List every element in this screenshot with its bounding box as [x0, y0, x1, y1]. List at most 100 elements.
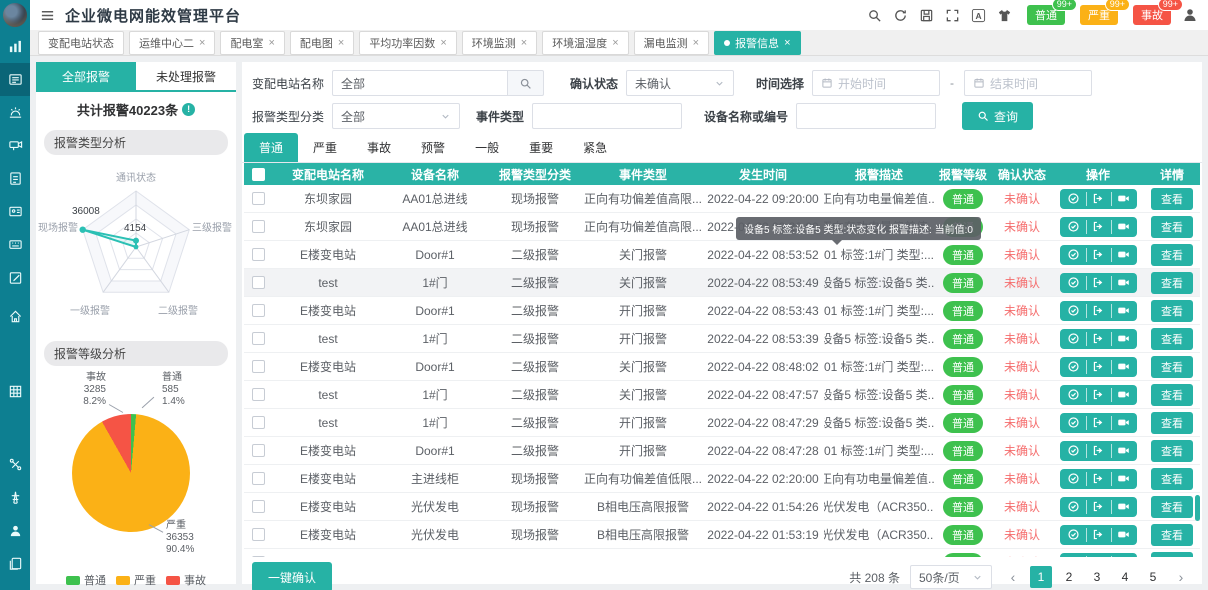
video-icon[interactable]: [1111, 360, 1136, 374]
row-checkbox[interactable]: [252, 472, 265, 485]
sidebar-item-tower[interactable]: [0, 481, 30, 514]
subtab-紧急[interactable]: 紧急: [568, 133, 622, 162]
confirm-status-select[interactable]: 未确认: [626, 70, 734, 96]
row-checkbox[interactable]: [252, 304, 265, 317]
page-button-1[interactable]: 1: [1030, 566, 1052, 588]
export-icon[interactable]: [1086, 500, 1111, 514]
view-button[interactable]: 查看: [1151, 300, 1193, 322]
video-icon[interactable]: [1111, 248, 1136, 262]
sidebar-item-compose[interactable]: [0, 261, 30, 294]
confirm-icon[interactable]: [1061, 276, 1086, 290]
event-type-input[interactable]: [532, 103, 682, 129]
close-icon[interactable]: ×: [784, 37, 790, 49]
export-icon[interactable]: [1086, 276, 1111, 290]
workspace-tab[interactable]: 平均功率因数×: [359, 31, 456, 55]
prev-page-button[interactable]: ‹: [1002, 566, 1024, 588]
page-button-4[interactable]: 4: [1114, 566, 1136, 588]
query-button[interactable]: 查询: [962, 102, 1033, 130]
save-icon[interactable]: [919, 8, 934, 23]
row-checkbox[interactable]: [252, 444, 265, 457]
start-time-input[interactable]: 开始时间: [812, 70, 940, 96]
row-checkbox[interactable]: [252, 248, 265, 261]
sidebar-item-home[interactable]: [0, 300, 30, 333]
close-icon[interactable]: ×: [338, 37, 344, 49]
export-icon[interactable]: [1086, 332, 1111, 346]
view-button[interactable]: 查看: [1151, 552, 1193, 558]
end-time-input[interactable]: 结束时间: [964, 70, 1092, 96]
view-button[interactable]: 查看: [1151, 440, 1193, 462]
refresh-icon[interactable]: [893, 8, 908, 23]
sidebar-item-user[interactable]: [0, 514, 30, 547]
sidebar-item-bar-chart[interactable]: [0, 30, 30, 63]
row-checkbox[interactable]: [252, 276, 265, 289]
view-button[interactable]: 查看: [1151, 216, 1193, 238]
close-icon[interactable]: ×: [693, 37, 699, 49]
info-icon[interactable]: !: [182, 103, 195, 116]
row-checkbox[interactable]: [252, 416, 265, 429]
view-button[interactable]: 查看: [1151, 468, 1193, 490]
subtab-普通[interactable]: 普通: [244, 133, 298, 162]
subtab-严重[interactable]: 严重: [298, 133, 352, 162]
station-filter-input[interactable]: 全部: [332, 70, 508, 96]
close-icon[interactable]: ×: [268, 37, 274, 49]
view-button[interactable]: 查看: [1151, 384, 1193, 406]
export-icon[interactable]: [1086, 444, 1111, 458]
row-checkbox[interactable]: [252, 528, 265, 541]
confirm-icon[interactable]: [1061, 500, 1086, 514]
video-icon[interactable]: [1111, 444, 1136, 458]
export-icon[interactable]: [1086, 416, 1111, 430]
workspace-tab[interactable]: 变配电站状态: [38, 31, 124, 55]
severe-alarm-badge[interactable]: 严重99+: [1080, 5, 1118, 25]
view-button[interactable]: 查看: [1151, 524, 1193, 546]
confirm-icon[interactable]: [1061, 332, 1086, 346]
subtab-一般[interactable]: 一般: [460, 133, 514, 162]
user-icon[interactable]: [1182, 7, 1198, 23]
theme-icon[interactable]: [997, 8, 1012, 23]
video-icon[interactable]: [1111, 556, 1136, 558]
close-icon[interactable]: ×: [440, 37, 446, 49]
view-button[interactable]: 查看: [1151, 272, 1193, 294]
confirm-icon[interactable]: [1061, 416, 1086, 430]
workspace-tab[interactable]: 漏电监测×: [634, 31, 709, 55]
row-checkbox[interactable]: [252, 388, 265, 401]
view-button[interactable]: 查看: [1151, 412, 1193, 434]
sidebar-item-alarm[interactable]: [0, 96, 30, 129]
confirm-icon[interactable]: [1061, 472, 1086, 486]
workspace-tab[interactable]: 报警信息×: [714, 31, 800, 55]
page-button-5[interactable]: 5: [1142, 566, 1164, 588]
export-icon[interactable]: [1086, 388, 1111, 402]
row-checkbox[interactable]: [252, 500, 265, 513]
search-icon[interactable]: [867, 8, 882, 23]
video-icon[interactable]: [1111, 500, 1136, 514]
page-button-3[interactable]: 3: [1086, 566, 1108, 588]
confirm-icon[interactable]: [1061, 388, 1086, 402]
subtab-预警[interactable]: 预警: [406, 133, 460, 162]
legend-normal[interactable]: 普通: [66, 572, 106, 588]
confirm-icon[interactable]: [1061, 220, 1086, 234]
video-icon[interactable]: [1111, 472, 1136, 486]
view-button[interactable]: 查看: [1151, 188, 1193, 210]
accident-alarm-badge[interactable]: 事故99+: [1133, 5, 1171, 25]
view-button[interactable]: 查看: [1151, 244, 1193, 266]
confirm-icon[interactable]: [1061, 192, 1086, 206]
confirm-icon[interactable]: [1061, 444, 1086, 458]
video-icon[interactable]: [1111, 192, 1136, 206]
export-icon[interactable]: [1086, 528, 1111, 542]
row-checkbox[interactable]: [252, 332, 265, 345]
workspace-tab[interactable]: 环境温湿度×: [542, 31, 628, 55]
workspace-tab[interactable]: 配电室×: [220, 31, 284, 55]
vertical-scrollbar[interactable]: [1195, 495, 1200, 521]
sidebar-item-id-card[interactable]: [0, 195, 30, 228]
next-page-button[interactable]: ›: [1170, 566, 1192, 588]
export-icon[interactable]: [1086, 360, 1111, 374]
fullscreen-icon[interactable]: [945, 8, 960, 23]
export-icon[interactable]: [1086, 220, 1111, 234]
select-all-checkbox[interactable]: [252, 168, 265, 181]
video-icon[interactable]: [1111, 388, 1136, 402]
sidebar-item-keyboard[interactable]: [0, 228, 30, 261]
menu-toggle-icon[interactable]: [40, 8, 55, 23]
close-icon[interactable]: ×: [612, 37, 618, 49]
legend-severe[interactable]: 严重: [116, 572, 156, 588]
view-button[interactable]: 查看: [1151, 496, 1193, 518]
subtab-重要[interactable]: 重要: [514, 133, 568, 162]
